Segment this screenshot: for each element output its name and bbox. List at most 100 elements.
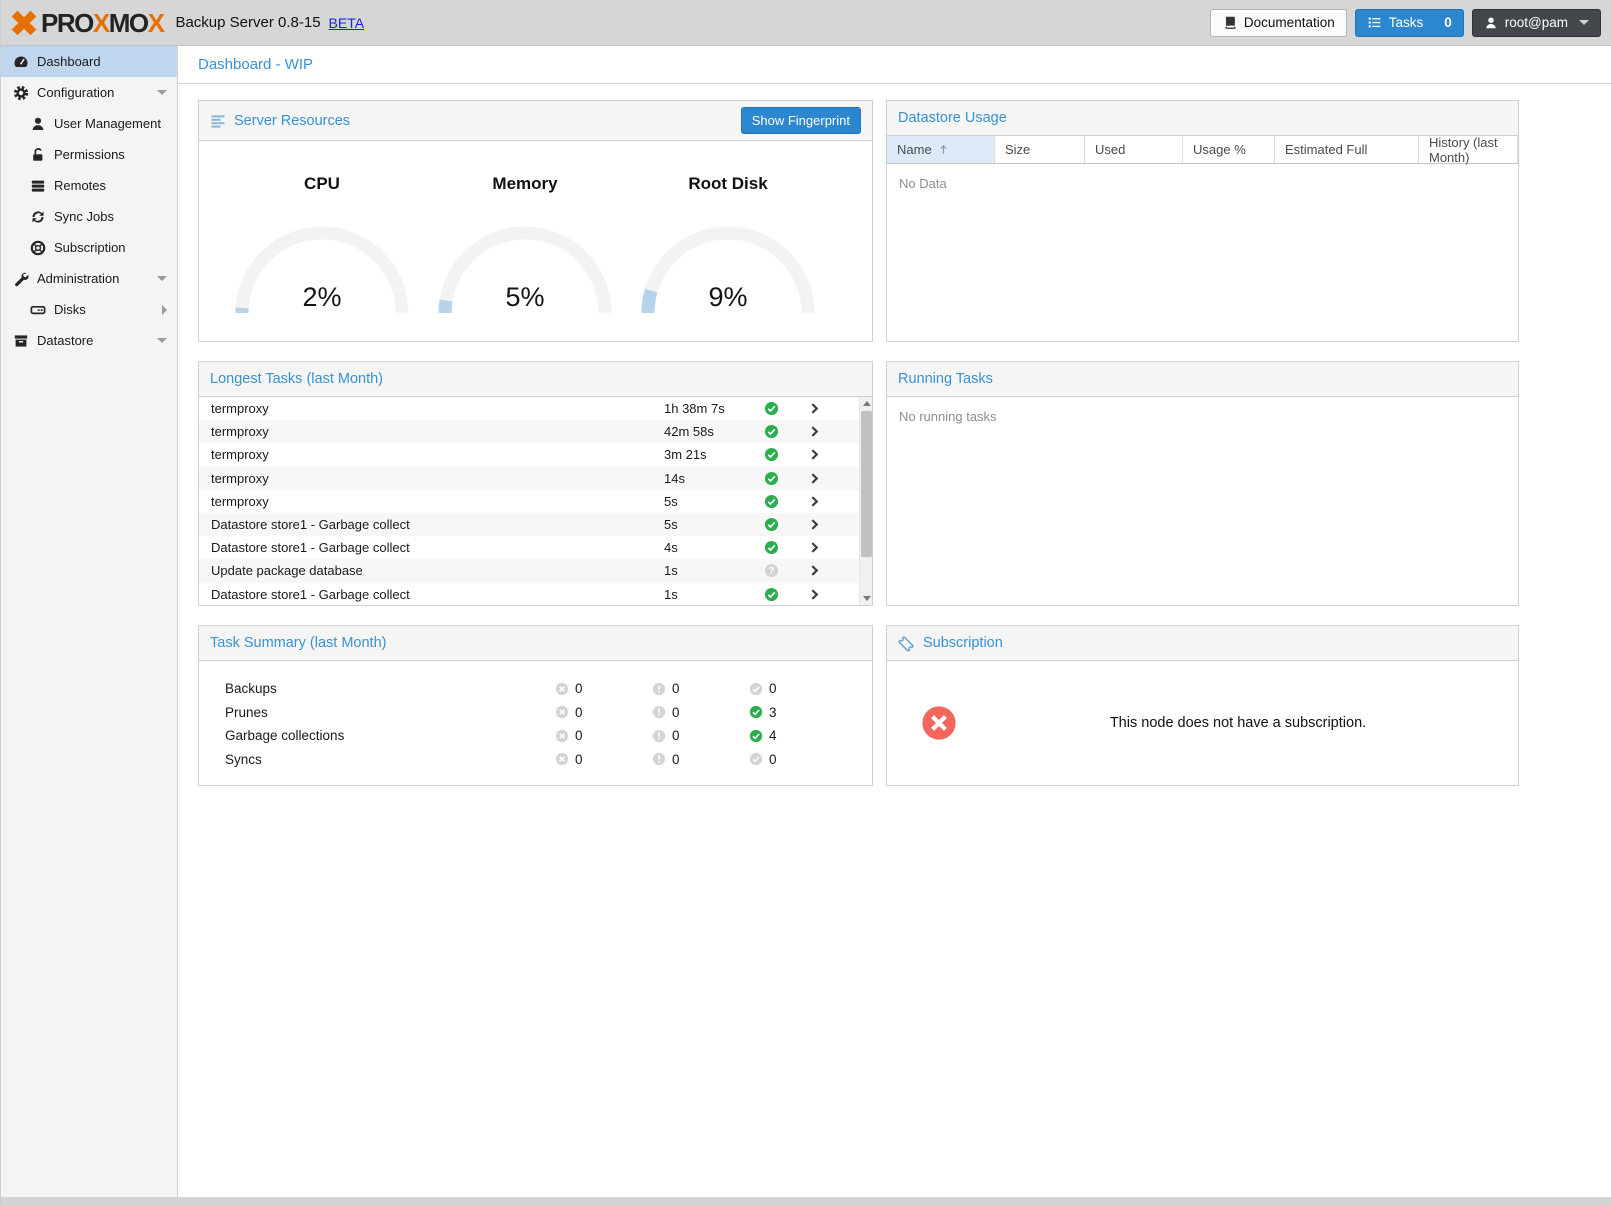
proxmox-wordmark: PROXMOX [41,10,163,36]
sidebar-item-label: Disks [54,302,86,317]
task-row[interactable]: termproxy 1h 38m 7s [199,397,872,420]
warning-count: 0 [672,705,680,720]
summary-row-garbage-collections[interactable]: Garbage collections 0 0 4 [225,724,872,748]
open-task-button[interactable] [794,425,834,438]
summary-row-prunes[interactable]: Prunes 0 0 3 [225,701,872,725]
ok-circle-icon [749,729,763,743]
sidebar-item-sync-jobs[interactable]: Sync Jobs [1,201,177,232]
scroll-up-button[interactable] [860,397,872,410]
task-row[interactable]: Datastore store1 - Garbage collect 4s [199,536,872,559]
sidebar-item-permissions[interactable]: Permissions [1,139,177,170]
warning-count: 0 [672,681,680,696]
task-row[interactable]: Datastore store1 - Garbage collect 5s [199,513,872,536]
chevron-right-icon [808,495,821,508]
task-row[interactable]: termproxy 42m 58s [199,420,872,443]
gauge-label: Root Disk [635,174,821,194]
open-task-button[interactable] [794,448,834,461]
panel-task-summary: Task Summary (last Month) Backups 0 0 0 [198,625,873,786]
summary-row-backups[interactable]: Backups 0 0 0 [225,677,872,701]
error-count: 0 [575,705,583,720]
check-circle-icon [764,587,779,602]
beta-link[interactable]: BETA [329,15,365,31]
sidebar-nav: Dashboard Configuration User Management … [1,46,178,1197]
chevron-down-icon[interactable] [157,90,167,95]
sidebar-item-administration[interactable]: Administration [1,263,177,294]
warning-count: 0 [672,752,680,767]
task-row[interactable]: Datastore store1 - Garbage collect 1s [199,583,872,606]
warning-circle-icon [652,682,666,696]
documentation-label: Documentation [1244,15,1335,30]
check-circle-icon [764,517,779,532]
sidebar-item-configuration[interactable]: Configuration [1,77,177,108]
bars-icon [210,113,226,129]
chevron-right-icon [808,448,821,461]
sidebar-item-disks[interactable]: Disks [1,294,177,325]
ticket-icon [898,635,915,652]
chevron-right-icon[interactable] [162,305,167,315]
sidebar-item-label: Dashboard [37,54,101,69]
open-task-button[interactable] [794,518,834,531]
check-circle-icon [764,471,779,486]
task-row[interactable]: termproxy 5s [199,490,872,513]
sidebar-item-user-management[interactable]: User Management [1,108,177,139]
chevron-down-icon[interactable] [157,338,167,343]
chevron-right-icon [808,588,821,601]
show-fingerprint-button[interactable]: Show Fingerprint [741,107,861,134]
proxmox-logo-icon [9,8,39,38]
ok-circle-icon [749,705,763,719]
chevron-down-icon[interactable] [157,276,167,281]
column-header-history[interactable]: History (last Month) [1419,136,1518,163]
subscription-message: This node does not have a subscription. [958,715,1518,731]
chevron-right-icon [808,402,821,415]
ok-count: 0 [769,752,777,767]
open-task-button[interactable] [794,541,834,554]
ok-circle-icon [749,752,763,766]
sidebar-item-subscription[interactable]: Subscription [1,232,177,263]
sidebar-item-label: Subscription [54,240,126,255]
header-actions: Documentation Tasks 0 root@pam [1210,9,1601,37]
tachometer-icon [13,54,29,70]
gauge-label: Memory [432,174,618,194]
scroll-down-button[interactable] [860,592,872,605]
sidebar-item-label: Administration [37,271,119,286]
column-header-estimated-full[interactable]: Estimated Full [1275,136,1419,163]
panel-title: Running Tasks [898,371,993,387]
column-header-usage[interactable]: Usage % [1183,136,1275,163]
error-circle-icon [555,682,569,696]
task-row[interactable]: termproxy 3m 21s [199,443,872,466]
no-running-tasks-label: No running tasks [887,397,1518,436]
error-circle-icon [555,705,569,719]
hdd-icon [30,302,46,318]
user-menu-button[interactable]: root@pam [1472,9,1601,37]
error-count: 0 [575,681,583,696]
column-header-size[interactable]: Size [995,136,1085,163]
check-circle-icon [764,540,779,555]
documentation-button[interactable]: Documentation [1210,9,1347,37]
error-count: 0 [575,728,583,743]
scrollbar-thumb[interactable] [861,411,872,557]
sidebar-item-label: Configuration [37,85,114,100]
panel-title: Subscription [923,635,1003,651]
ok-circle-icon [749,682,763,696]
sidebar-item-datastore[interactable]: Datastore [1,325,177,356]
warning-circle-icon [652,729,666,743]
app-window: PROXMOX Backup Server 0.8-15 BETA Docume… [0,0,1611,1206]
sidebar-item-dashboard[interactable]: Dashboard [1,46,177,77]
panel-title: Datastore Usage [898,110,1007,126]
summary-row-syncs[interactable]: Syncs 0 0 0 [225,748,872,772]
task-row[interactable]: Update package database 1s [199,559,872,582]
open-task-button[interactable] [794,402,834,415]
open-task-button[interactable] [794,472,834,485]
vertical-scrollbar[interactable] [859,397,872,605]
task-row[interactable]: termproxy 14s [199,467,872,490]
open-task-button[interactable] [794,564,834,577]
column-header-name[interactable]: Name [887,136,995,163]
tasks-button[interactable]: Tasks 0 [1355,9,1464,37]
open-task-button[interactable] [794,588,834,601]
sidebar-item-remotes[interactable]: Remotes [1,170,177,201]
sidebar-item-label: User Management [54,116,161,131]
open-task-button[interactable] [794,495,834,508]
panel-running-tasks: Running Tasks No running tasks [886,361,1519,606]
column-header-used[interactable]: Used [1085,136,1183,163]
tasks-count-badge: 0 [1444,15,1452,30]
